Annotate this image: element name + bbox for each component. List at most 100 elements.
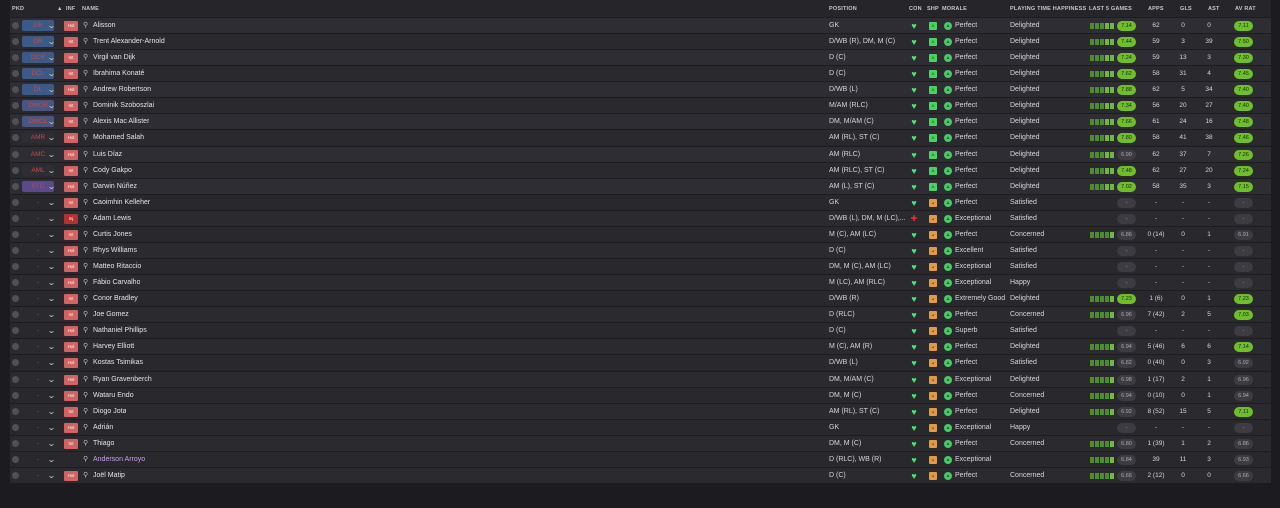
table-row[interactable]: - ⌄ Hol ⚲ Wataru Endo DM, M (C) ♥ ⌄ ▲ Perfect Conc… xyxy=(10,386,1271,404)
select-checkbox[interactable] xyxy=(12,134,19,142)
select-checkbox[interactable] xyxy=(12,279,19,287)
table-row[interactable]: DCR ⌄ Int ⚲ Virgil van Dijk D (C) ♥ ▲ ▲ Perfect De… xyxy=(10,49,1271,66)
table-row[interactable]: - ⌄ Int ⚲ Caoimhin Kelleher GK ♥ ⌄ ▲ Perfect Satis… xyxy=(10,193,1271,210)
info-badge[interactable]: Int xyxy=(64,101,78,112)
table-row[interactable]: - ⌄ Int ⚲ Curtis Jones M (C), AM (LC) ♥ ⌄ ▲ Perfe… xyxy=(10,225,1271,242)
chevron-down-icon[interactable]: ⌄ xyxy=(46,294,58,303)
player-name[interactable]: Rhys Williams xyxy=(93,243,137,259)
chevron-down-icon[interactable]: ⌄ xyxy=(46,375,58,384)
table-row[interactable]: AML ⌄ Int ⚲ Cody Gakpo AM (RLC), ST (C) ♥ ▲ ▲ Per… xyxy=(10,161,1271,179)
header-morale[interactable]: MORALE xyxy=(942,6,967,12)
player-name[interactable]: Joël Matip xyxy=(93,468,125,484)
info-badge[interactable]: Hol xyxy=(64,262,78,273)
chevron-down-icon[interactable]: ⌄ xyxy=(46,391,58,400)
table-row[interactable]: - ⌄ Int ⚲ Joe Gomez D (RLC) ♥ ⌄ ▲ Perfect Concerne… xyxy=(10,306,1271,323)
player-name[interactable]: Andrew Robertson xyxy=(93,82,151,98)
table-row[interactable]: DL ⌄ Hol ⚲ Andrew Robertson D/WB (L) ♥ ▲ ▲ Perfec… xyxy=(10,81,1271,98)
select-checkbox[interactable] xyxy=(12,391,19,399)
player-name[interactable]: Harvey Elliott xyxy=(93,339,134,355)
player-name[interactable]: Luis Díaz xyxy=(93,147,122,163)
info-badge[interactable]: Int xyxy=(64,165,78,176)
select-checkbox[interactable] xyxy=(12,455,19,463)
player-name[interactable]: Cody Gakpo xyxy=(93,163,132,179)
chevron-down-icon[interactable]: ⌄ xyxy=(46,198,58,207)
chevron-down-icon[interactable]: ⌄ xyxy=(46,214,58,223)
table-row[interactable]: - ⌄ Hol ⚲ Matteo Ritaccio DM, M (C), AM (LC) ♥… xyxy=(10,258,1271,275)
header-pkd[interactable]: PKD xyxy=(12,6,24,12)
table-row[interactable]: - ⌄ Hol ⚲ Nathaniel Phillips D (C) ♥ ⌄ ▲ Superb Sa… xyxy=(10,322,1271,339)
select-checkbox[interactable] xyxy=(12,423,19,431)
player-name[interactable]: Darwin Núñez xyxy=(93,179,137,195)
chevron-down-icon[interactable]: ⌄ xyxy=(46,262,58,271)
chevron-down-icon[interactable]: ⌄ xyxy=(46,53,58,62)
info-badge[interactable]: Hol xyxy=(64,374,78,385)
info-badge[interactable]: Hol xyxy=(64,21,78,31)
info-badge[interactable]: Hol xyxy=(64,278,78,289)
select-checkbox[interactable] xyxy=(12,230,19,238)
table-row[interactable]: - ⌄ Inj ⚲ Adam Lewis D/WB (L), DM, M (LC),...… xyxy=(10,209,1271,227)
player-name[interactable]: Conor Bradley xyxy=(93,291,138,307)
select-checkbox[interactable] xyxy=(12,54,19,62)
chevron-down-icon[interactable]: ⌄ xyxy=(46,407,58,416)
header-inf[interactable]: INF xyxy=(66,6,75,12)
player-name[interactable]: Ibrahima Konaté xyxy=(93,66,144,82)
chevron-down-icon[interactable]: ⌄ xyxy=(46,166,58,175)
select-checkbox[interactable] xyxy=(12,70,19,78)
player-name[interactable]: Virgil van Dijk xyxy=(93,50,135,66)
chevron-down-icon[interactable]: ⌄ xyxy=(46,278,58,287)
info-badge[interactable]: Int xyxy=(64,197,78,208)
header-ast[interactable]: AST xyxy=(1208,6,1220,12)
table-row[interactable]: - ⌄ Hol ⚲ Harvey Elliott M (C), AM (R) ♥ ⌄ ▲ Perf… xyxy=(10,338,1271,355)
header-gls[interactable]: GLS xyxy=(1180,6,1192,12)
table-row[interactable]: GK ⌄ Hol ⚲ Alisson GK ♥ ▲ ▲ Perfect Delighted 7.14 6… xyxy=(10,17,1271,33)
select-checkbox[interactable] xyxy=(12,263,19,271)
table-row[interactable]: - ⌄ Int ⚲ Diogo Jota AM (RL), ST (C) ♥ ⌄ ▲ Perfec… xyxy=(10,402,1271,419)
chevron-down-icon[interactable]: ⌄ xyxy=(46,358,58,367)
select-checkbox[interactable] xyxy=(12,182,19,190)
player-name[interactable]: Mohamed Salah xyxy=(93,130,144,146)
info-badge[interactable]: Hol xyxy=(64,342,78,353)
table-row[interactable]: AMC ⌄ Hol ⚲ Luis Díaz AM (RLC) ♥ ▲ ▲ Perfect Delig… xyxy=(10,145,1271,163)
info-badge[interactable]: Int xyxy=(64,37,78,48)
select-checkbox[interactable] xyxy=(12,311,19,319)
select-checkbox[interactable] xyxy=(12,407,19,415)
select-checkbox[interactable] xyxy=(12,327,19,335)
select-checkbox[interactable] xyxy=(12,439,19,447)
info-badge[interactable]: Hol xyxy=(64,133,78,144)
header-position[interactable]: POSITION xyxy=(829,6,857,12)
info-badge[interactable]: Hol xyxy=(64,358,78,369)
player-name[interactable]: Anderson Arroyo xyxy=(93,452,145,468)
player-name[interactable]: Fábio Carvalho xyxy=(93,275,140,291)
player-name[interactable]: Adrián xyxy=(93,420,113,436)
select-checkbox[interactable] xyxy=(12,86,19,94)
player-name[interactable]: Kostas Tsimikas xyxy=(93,355,143,371)
chevron-down-icon[interactable]: ⌄ xyxy=(46,133,58,142)
player-name[interactable]: Wataru Endo xyxy=(93,388,134,404)
chevron-down-icon[interactable]: ⌄ xyxy=(46,439,58,448)
select-checkbox[interactable] xyxy=(12,150,19,158)
info-badge[interactable]: Int xyxy=(64,438,78,449)
info-badge[interactable]: Int xyxy=(64,294,78,305)
select-checkbox[interactable] xyxy=(12,471,19,479)
info-badge[interactable]: Int xyxy=(64,310,78,321)
chevron-down-icon[interactable]: ⌄ xyxy=(46,85,58,94)
info-badge[interactable]: Hol xyxy=(64,390,78,401)
select-checkbox[interactable] xyxy=(12,375,19,383)
table-row[interactable]: - ⌄ Hol ⚲ Adrián GK ♥ ⌄ ▲ Exceptional Happy - - - - - xyxy=(10,418,1271,436)
table-row[interactable]: DCL ⌄ Int ⚲ Ibrahima Konaté D (C) ♥ ▲ ▲ Perfect De… xyxy=(10,65,1271,82)
player-name[interactable]: Adam Lewis xyxy=(93,211,131,227)
table-row[interactable]: - ⌄ Hol ⚲ Fábio Carvalho M (LC), AM (RLC) ♥ ⌄ ▲ E… xyxy=(10,274,1271,291)
player-name[interactable]: Ryan Gravenberch xyxy=(93,372,152,388)
table-row[interactable]: AMR ⌄ Hol ⚲ Mohamed Salah AM (RL), ST (C) ♥ ▲ ▲ P… xyxy=(10,129,1271,146)
header-name[interactable]: NAME xyxy=(82,6,99,12)
chevron-down-icon[interactable]: ⌄ xyxy=(46,101,58,110)
select-checkbox[interactable] xyxy=(12,38,19,46)
info-badge[interactable]: Int xyxy=(64,117,78,128)
info-badge[interactable]: Int xyxy=(64,53,78,64)
header-con[interactable]: CON xyxy=(909,6,922,12)
table-row[interactable]: - ⌄ Hol ⚲ Kostas Tsimikas D/WB (L) ♥ ⌄ ▲ Perfect S… xyxy=(10,354,1271,371)
header-avrat[interactable]: AV RAT xyxy=(1235,6,1256,12)
header-apps[interactable]: APPS xyxy=(1148,6,1164,12)
info-badge[interactable]: Hol xyxy=(64,245,78,256)
select-checkbox[interactable] xyxy=(12,118,19,126)
